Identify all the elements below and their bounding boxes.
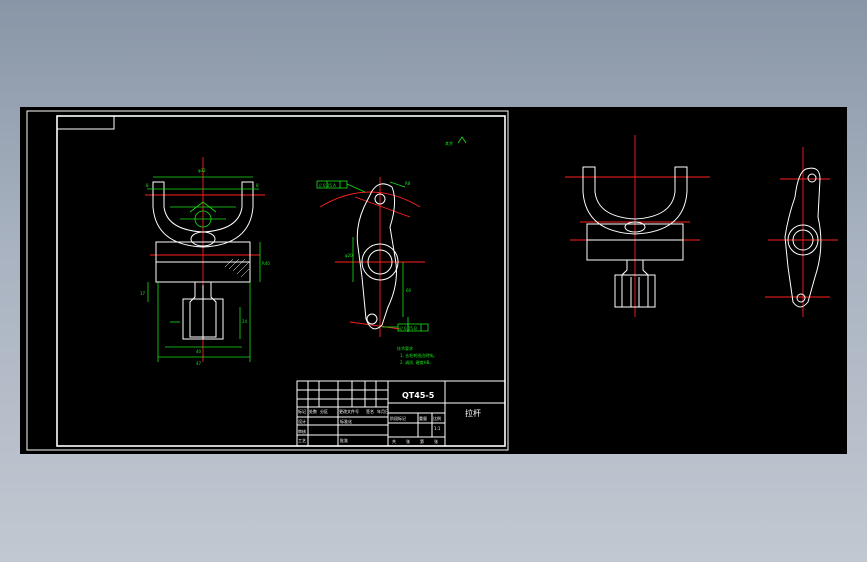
scale-value: 1:1 (434, 426, 441, 431)
row-label-process: 工艺 (298, 438, 306, 443)
bottom-hole (366, 313, 378, 325)
technical-notes: 技术要求 1. 去毛刺锐边倒钝。 2. 调质, 硬度HB。 (397, 345, 437, 365)
sheet-inner-border (56, 115, 506, 447)
stage-label-mark: 阶段标记 (390, 415, 406, 421)
side-view: // 0.05 A // 0.05 B 60 φ20 R8 其余 技术要求 1. (316, 136, 467, 365)
tolerance-frame-top-text: // 0.05 A (319, 183, 336, 188)
svg-text:47: 47 (196, 361, 202, 366)
approve-label: 批准 (340, 437, 348, 443)
svg-text:R40: R40 (262, 261, 270, 266)
model-top-hole (807, 173, 817, 183)
drawing-number: QT45-5 (402, 391, 435, 400)
sheet-label-sheet: 张 (434, 438, 438, 444)
svg-text:8: 8 (256, 183, 259, 188)
tolerance-frame-top: // 0.05 A (316, 180, 366, 193)
sheet-outer-border (26, 110, 509, 451)
front-dimensions: φ32 8 8 R40 17 24 40 47 (140, 168, 270, 366)
cad-viewport[interactable]: φ32 8 8 R40 17 24 40 47 // 0.05 A // 0.0… (20, 107, 847, 454)
title-block: QT45-5 拉杆 1:1 标记 设计 审核 工艺 处数 分区 更改文件号 签名… (296, 380, 506, 447)
svg-text:R8: R8 (405, 181, 411, 186)
model-lever-view (765, 147, 838, 317)
svg-text:40: 40 (196, 349, 202, 354)
stage-label-weight: 重量 (419, 415, 427, 421)
row-label-mark: 标记 (298, 408, 306, 414)
sheet-label-total: 共 (392, 438, 396, 444)
svg-text:17: 17 (140, 291, 146, 296)
model-fork-view (565, 135, 710, 317)
standard-label: 标准化 (340, 418, 352, 424)
roughness-note: 其余 (445, 136, 467, 146)
tolerance-frame-bottom-text: // 0.05 B (400, 326, 417, 331)
drawing-sheet (26, 110, 509, 451)
sheet-label-sheets: 张 (406, 438, 410, 444)
col-label-change-doc: 更改文件号 (339, 408, 359, 414)
svg-text:其余: 其余 (445, 140, 453, 146)
model-bottom-hole (796, 293, 806, 303)
sheet-corner-box (56, 115, 115, 130)
col-label-count: 处数 (309, 408, 317, 414)
svg-text:60: 60 (406, 288, 412, 293)
svg-text:φ20: φ20 (345, 253, 353, 258)
col-label-zone: 分区 (320, 408, 328, 414)
tech-note-2: 2. 调质, 硬度HB。 (400, 359, 433, 365)
svg-text:24: 24 (242, 319, 248, 324)
tech-notes-heading: 技术要求 (397, 345, 413, 351)
svg-text:8: 8 (146, 183, 149, 188)
svg-text:φ32: φ32 (198, 168, 206, 173)
col-label-date: 年月日 (377, 408, 389, 414)
stage-label-scale: 比例 (433, 415, 441, 421)
row-label-design: 设计 (298, 418, 306, 424)
front-view: φ32 8 8 R40 17 24 40 47 (140, 157, 270, 366)
col-label-sign: 签名 (366, 408, 374, 414)
row-label-review: 审核 (298, 428, 306, 434)
part-name: 拉杆 (465, 408, 481, 418)
sheet-label-number: 第 (420, 438, 424, 444)
side-top-diagonal (354, 196, 411, 218)
tech-note-1: 1. 去毛刺锐边倒钝。 (400, 352, 437, 358)
